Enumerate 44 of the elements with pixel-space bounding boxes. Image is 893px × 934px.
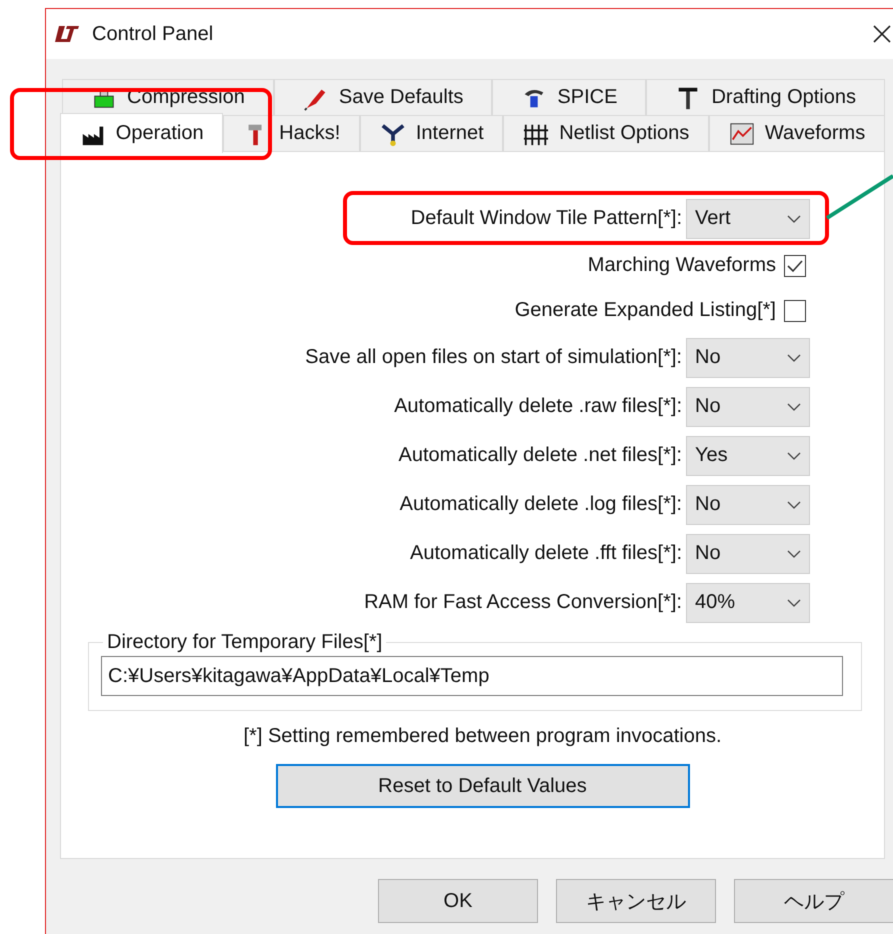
setting-label: RAM for Fast Access Conversion[*]: — [364, 591, 682, 614]
setting-label: Automatically delete .net files[*]: — [398, 444, 682, 467]
tab[interactable]: Drafting Options — [646, 79, 886, 115]
close-icon[interactable] — [872, 24, 892, 44]
logo-icon — [54, 25, 80, 43]
tab[interactable]: Operation — [60, 113, 224, 153]
chevron-down-icon — [787, 500, 801, 508]
setting-label: Save all open files on start of simulation[*]: — [305, 346, 682, 369]
group-title: Directory for Temporary Files[*] — [106, 631, 384, 654]
tab[interactable]: Netlist Options — [503, 115, 710, 151]
dialog-button[interactable]: OK — [378, 879, 538, 923]
setting-label: Default Window Tile Pattern[*]: — [410, 207, 682, 230]
dropdown[interactable]: No — [686, 338, 810, 378]
dropdown[interactable]: Yes — [686, 436, 810, 476]
setting-label: Marching Waveforms — [588, 254, 776, 277]
input-field[interactable]: C:¥Users¥kitagawa¥AppData¥Local¥Temp — [101, 656, 843, 696]
checkbox[interactable] — [784, 300, 806, 322]
note-text: [*] Setting remembered between program invocations. — [242, 725, 723, 748]
tab[interactable]: Internet — [360, 115, 504, 151]
dropdown[interactable]: 40% — [686, 582, 810, 622]
reset-button[interactable]: Reset to Default Values — [276, 764, 690, 808]
tab[interactable]: Hacks! — [223, 115, 360, 151]
dropdown[interactable]: No — [686, 484, 810, 524]
dropdown[interactable]: Vert — [686, 198, 810, 238]
window-title: Control Panel — [92, 22, 214, 46]
chevron-down-icon — [787, 402, 801, 410]
tab[interactable]: Waveforms — [709, 115, 885, 151]
tab-icon — [728, 120, 755, 146]
chevron-down-icon — [787, 598, 801, 606]
setting-label: Generate Expanded Listing[*] — [514, 299, 776, 322]
chevron-down-icon — [787, 452, 801, 460]
dropdown[interactable]: No — [686, 386, 810, 426]
checkbox[interactable] — [784, 254, 806, 276]
setting-label: Automatically delete .fft files[*]: — [410, 542, 682, 565]
chevron-down-icon — [787, 354, 801, 362]
setting-label: Automatically delete .raw files[*]: — [394, 395, 682, 418]
dialog-button[interactable]: ヘルプ — [734, 879, 893, 923]
chevron-down-icon — [787, 214, 801, 222]
tab[interactable]: SPICE — [492, 79, 646, 115]
setting-label: Automatically delete .log files[*]: — [400, 493, 682, 516]
dropdown[interactable]: No — [686, 534, 810, 574]
dialog-button[interactable]: キャンセル — [556, 879, 716, 923]
chevron-down-icon — [787, 550, 801, 558]
tab[interactable]: Save Defaults — [274, 79, 492, 115]
